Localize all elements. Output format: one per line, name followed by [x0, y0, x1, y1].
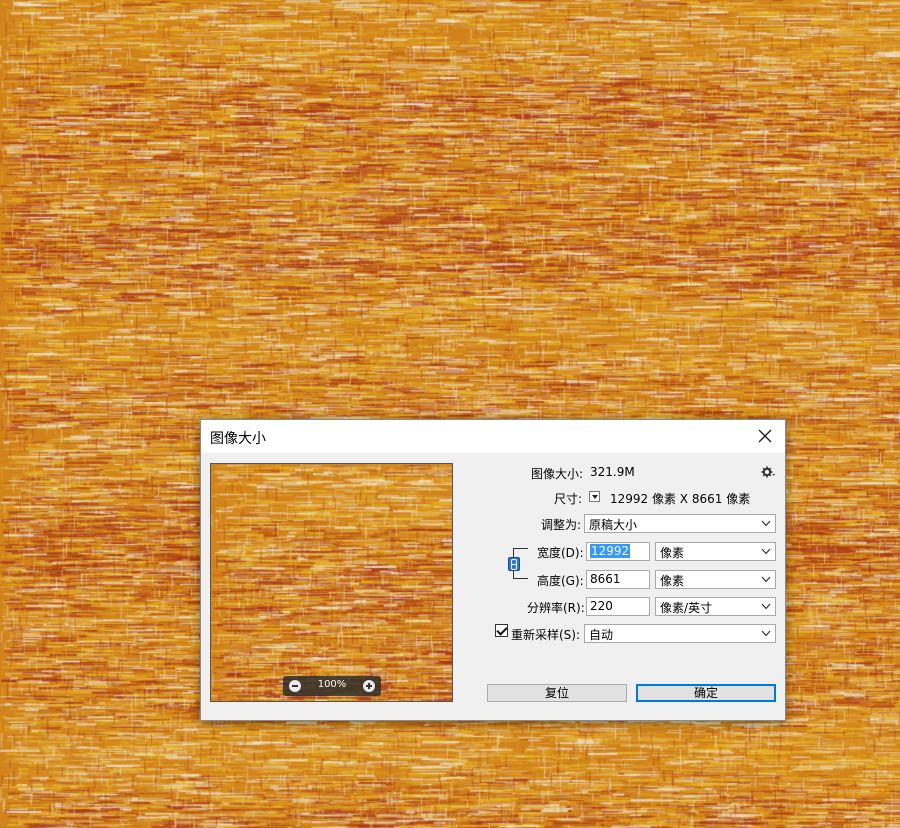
resolution-unit-value: 像素/英寸	[660, 601, 713, 615]
dimensions-value: 12992 像素 X 8661 像素	[610, 492, 751, 506]
close-button[interactable]	[751, 423, 779, 449]
resample-value: 自动	[589, 628, 614, 642]
constrain-proportions-link-icon[interactable]	[508, 557, 520, 571]
fit-to-value: 原稿大小	[589, 518, 638, 532]
zoom-control: 100%	[283, 676, 381, 696]
resample-select[interactable]: 自动	[584, 624, 776, 643]
resolution-unit-select[interactable]: 像素/英寸	[655, 597, 776, 616]
close-icon	[758, 429, 772, 443]
resolution-label: 分辨率(R):	[527, 601, 585, 615]
resolution-value: 220	[590, 599, 613, 613]
height-label: 高度(G):	[537, 574, 584, 588]
settings-gear-icon[interactable]	[761, 465, 775, 479]
fit-to-label: 调整为:	[541, 518, 582, 532]
preview-image	[211, 464, 452, 701]
dimensions-label: 尺寸:	[554, 492, 583, 506]
chevron-down-icon	[761, 576, 771, 583]
height-unit-value: 像素	[660, 574, 685, 588]
dialog-titlebar[interactable]: 图像大小	[201, 420, 785, 453]
chevron-down-icon	[761, 520, 771, 527]
width-input[interactable]: 12992	[586, 542, 650, 561]
width-label: 宽度(D):	[537, 546, 584, 560]
chevron-down-icon	[761, 603, 771, 610]
resample-label: 重新采样(S):	[511, 628, 581, 642]
fit-to-select[interactable]: 原稿大小	[584, 514, 776, 533]
image-size-label: 图像大小:	[531, 467, 584, 481]
zoom-in-button[interactable]	[363, 680, 375, 692]
width-unit-select[interactable]: 像素	[655, 542, 776, 561]
dimensions-unit-dropdown[interactable]	[589, 491, 600, 502]
height-input[interactable]: 8661	[586, 570, 650, 589]
chevron-down-icon	[761, 630, 771, 637]
image-preview[interactable]: 100%	[210, 463, 453, 702]
width-unit-value: 像素	[660, 546, 685, 560]
height-unit-select[interactable]: 像素	[655, 570, 776, 589]
resample-checkbox[interactable]	[495, 624, 508, 637]
ok-button[interactable]: 确定	[636, 684, 776, 702]
image-size-dialog: 图像大小 100% 图像大小: 321.9M 尺寸: 12992 像素 X 86…	[200, 419, 786, 721]
resolution-input[interactable]: 220	[586, 597, 650, 616]
image-size-value: 321.9M	[590, 465, 635, 479]
height-value: 8661	[590, 572, 621, 586]
reset-button[interactable]: 复位	[487, 684, 627, 702]
chevron-down-icon	[761, 548, 771, 555]
width-value: 12992	[590, 544, 631, 558]
dialog-title: 图像大小	[210, 431, 266, 447]
